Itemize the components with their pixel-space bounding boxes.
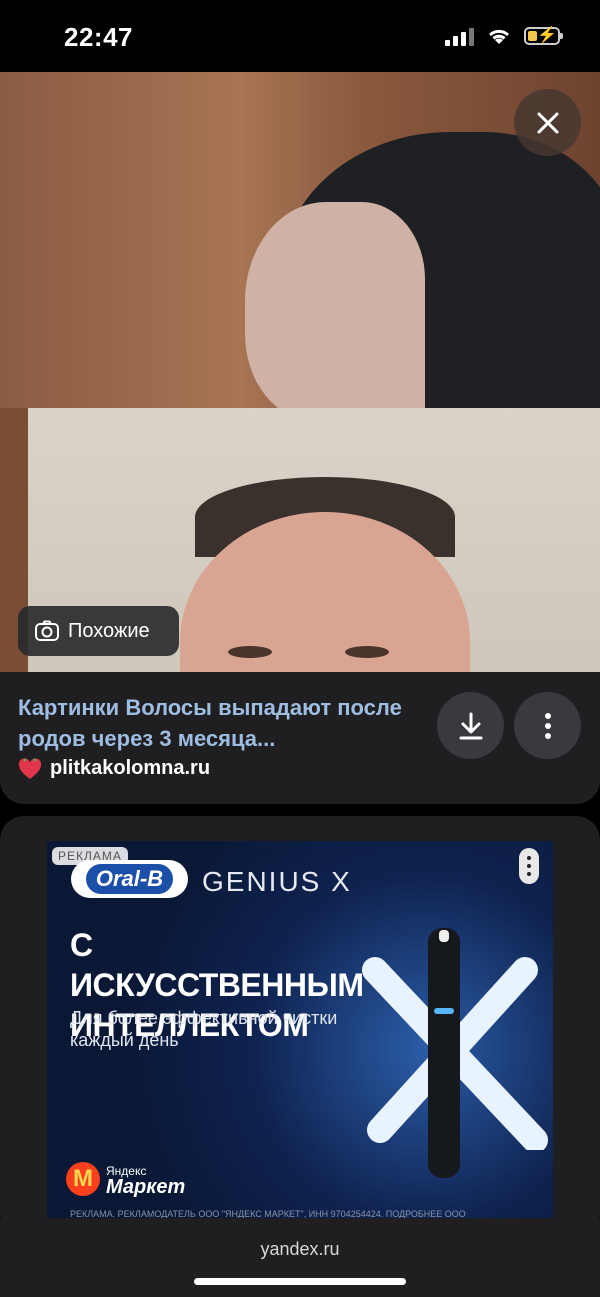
download-button[interactable] (437, 692, 504, 759)
ad-menu-button[interactable] (519, 848, 539, 884)
market-logo-icon: M (66, 1162, 100, 1196)
close-button[interactable] (514, 89, 581, 156)
signal-icon (445, 26, 474, 46)
status-time: 22:47 (64, 22, 133, 52)
photo-eye-right (345, 646, 389, 658)
download-icon (459, 712, 482, 739)
source-link[interactable]: plitkakolomna.ru (18, 757, 210, 780)
photo-eye-left (228, 646, 272, 658)
status-icons: ⚡ (445, 26, 563, 46)
more-vertical-icon (544, 712, 551, 739)
status-bar: 22:47 ⚡ (0, 0, 600, 72)
battery-icon: ⚡ (524, 27, 563, 45)
similar-button[interactable]: Похожие (18, 606, 179, 656)
similar-label: Похожие (68, 619, 150, 642)
yandex-market-logo: M Яндекс Маркет (66, 1162, 185, 1197)
image-preview[interactable] (0, 72, 600, 672)
address-bar-url[interactable]: yandex.ru (0, 1239, 600, 1260)
ad-subline: Для более эффективной чистки каждый день (70, 1008, 338, 1050)
product-name: GENIUS X (202, 866, 352, 897)
more-options-button[interactable] (514, 692, 581, 759)
photo-profile-face (245, 202, 425, 422)
image-title-link[interactable]: Картинки Волосы выпадают после родов чер… (18, 692, 418, 754)
home-indicator[interactable] (194, 1278, 406, 1285)
toothbrush-image (428, 928, 460, 1178)
oral-b-logo: Oral-B (71, 860, 188, 898)
camera-search-icon (35, 620, 59, 641)
site-favicon-icon (18, 757, 42, 779)
source-domain: plitkakolomna.ru (50, 757, 211, 779)
wifi-icon (488, 29, 510, 44)
close-icon (537, 112, 558, 133)
